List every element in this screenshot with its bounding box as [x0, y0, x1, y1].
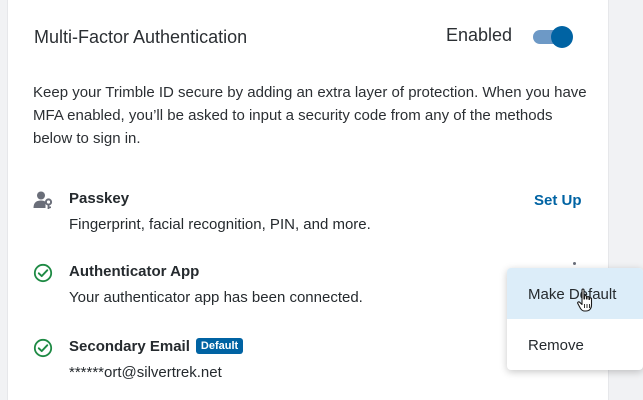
- person-key-icon: [33, 190, 53, 210]
- method-name: Secondary Email: [69, 338, 190, 355]
- hand-cursor-icon: [577, 288, 595, 314]
- method-detail: ******ort@silvertrek.net: [69, 364, 222, 381]
- method-name: Authenticator App: [69, 263, 200, 280]
- method-context-menu: Make Default Remove: [507, 268, 643, 370]
- method-name-row: Secondary Email Default: [69, 338, 244, 355]
- toggle-knob: [551, 26, 573, 48]
- default-badge: Default: [195, 338, 244, 354]
- method-detail: Your authenticator app has been connecte…: [69, 289, 363, 306]
- menu-item-label: Make Default: [528, 286, 617, 303]
- mfa-toggle[interactable]: [533, 26, 573, 48]
- mfa-status-label: Enabled: [446, 25, 513, 45]
- method-name: Passkey: [69, 190, 130, 207]
- make-default-menu-item[interactable]: Make Default: [507, 268, 643, 319]
- menu-item-label: Remove: [528, 337, 584, 354]
- check-circle-icon: [33, 263, 53, 283]
- section-title: Multi-Factor Authentication: [34, 27, 248, 47]
- setup-passkey-link[interactable]: Set Up: [534, 192, 582, 209]
- section-description: Keep your Trimble ID secure by adding an…: [33, 84, 587, 147]
- remove-menu-item[interactable]: Remove: [507, 319, 643, 370]
- check-circle-icon: [33, 338, 53, 358]
- method-detail: Fingerprint, facial recognition, PIN, an…: [69, 216, 371, 233]
